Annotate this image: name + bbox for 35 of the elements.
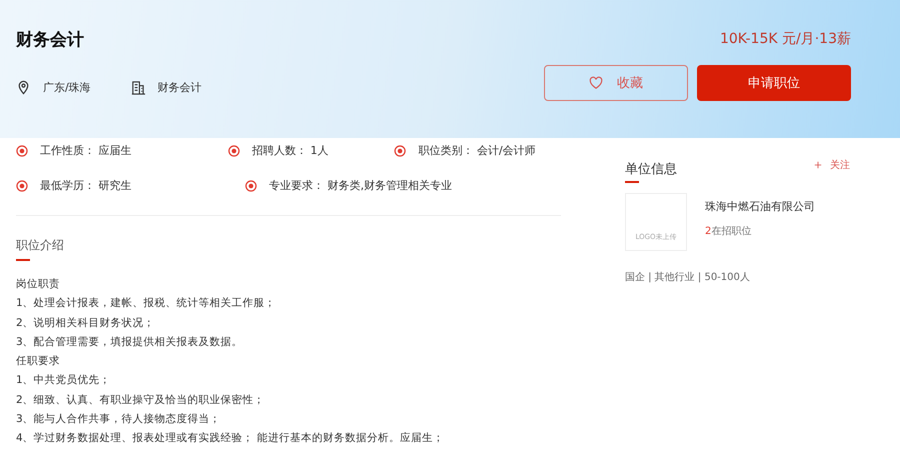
- follow-button[interactable]: 关注: [814, 158, 850, 172]
- openings-text: 2在招职位: [705, 224, 752, 238]
- plus-icon: [814, 161, 822, 169]
- bullet-icon: [16, 144, 28, 156]
- text-line: 1、中共党员优先；: [16, 373, 111, 388]
- text-line: 1、处理会计报表，建帐、报税、统计等相关工作服；: [16, 296, 276, 312]
- bullet-icon: [228, 144, 240, 156]
- info-text: 工作性质： 应届生: [40, 143, 132, 158]
- bullet-icon: [16, 180, 28, 192]
- info-text: 招聘人数： 1人: [252, 143, 328, 158]
- job-category: 财务会计: [158, 80, 202, 95]
- favorite-button[interactable]: 收藏: [544, 65, 688, 101]
- info-text: 专业要求： 财务类,财务管理相关专业: [269, 178, 452, 193]
- job-location: 广东/珠海: [43, 80, 91, 95]
- section-heading: 单位信息: [625, 161, 677, 178]
- text-line: 4、学过财务数据处理、报表处理或有实践经验； 能进行基本的财务数据分析。应届生；: [16, 431, 444, 446]
- company-tags: 国企 | 其他行业 | 50-100人: [625, 270, 884, 284]
- building-icon: [130, 80, 146, 95]
- company-name: 珠海中燃石油有限公司: [705, 199, 815, 214]
- bullet-icon: [245, 180, 257, 192]
- info-text: 最低学历： 研究生: [40, 178, 132, 193]
- salary: 10K-15K 元/月·13薪: [720, 30, 851, 48]
- text-line: 2、细致、认真、有职业操守及恰当的职业保密性；: [16, 392, 265, 408]
- heart-icon: [589, 76, 603, 90]
- section-heading: 职位介绍: [16, 237, 64, 254]
- text-line: 2、说明相关科目财务状况；: [16, 316, 155, 331]
- job-title: 财务会计: [16, 29, 85, 51]
- bullet-icon: [394, 144, 406, 156]
- text-line: 3、配合管理需要，填报提供相关报表及数据。: [16, 334, 243, 350]
- info-text: 职位类别： 会计/会计师: [418, 143, 536, 158]
- text-line: 岗位职责: [16, 277, 60, 292]
- apply-button[interactable]: 申请职位: [697, 65, 851, 101]
- text-line: 3、能与人合作共事，待人接物态度得当；: [16, 412, 221, 428]
- location-pin-icon: [16, 80, 31, 95]
- text-line: 任职要求: [16, 354, 60, 370]
